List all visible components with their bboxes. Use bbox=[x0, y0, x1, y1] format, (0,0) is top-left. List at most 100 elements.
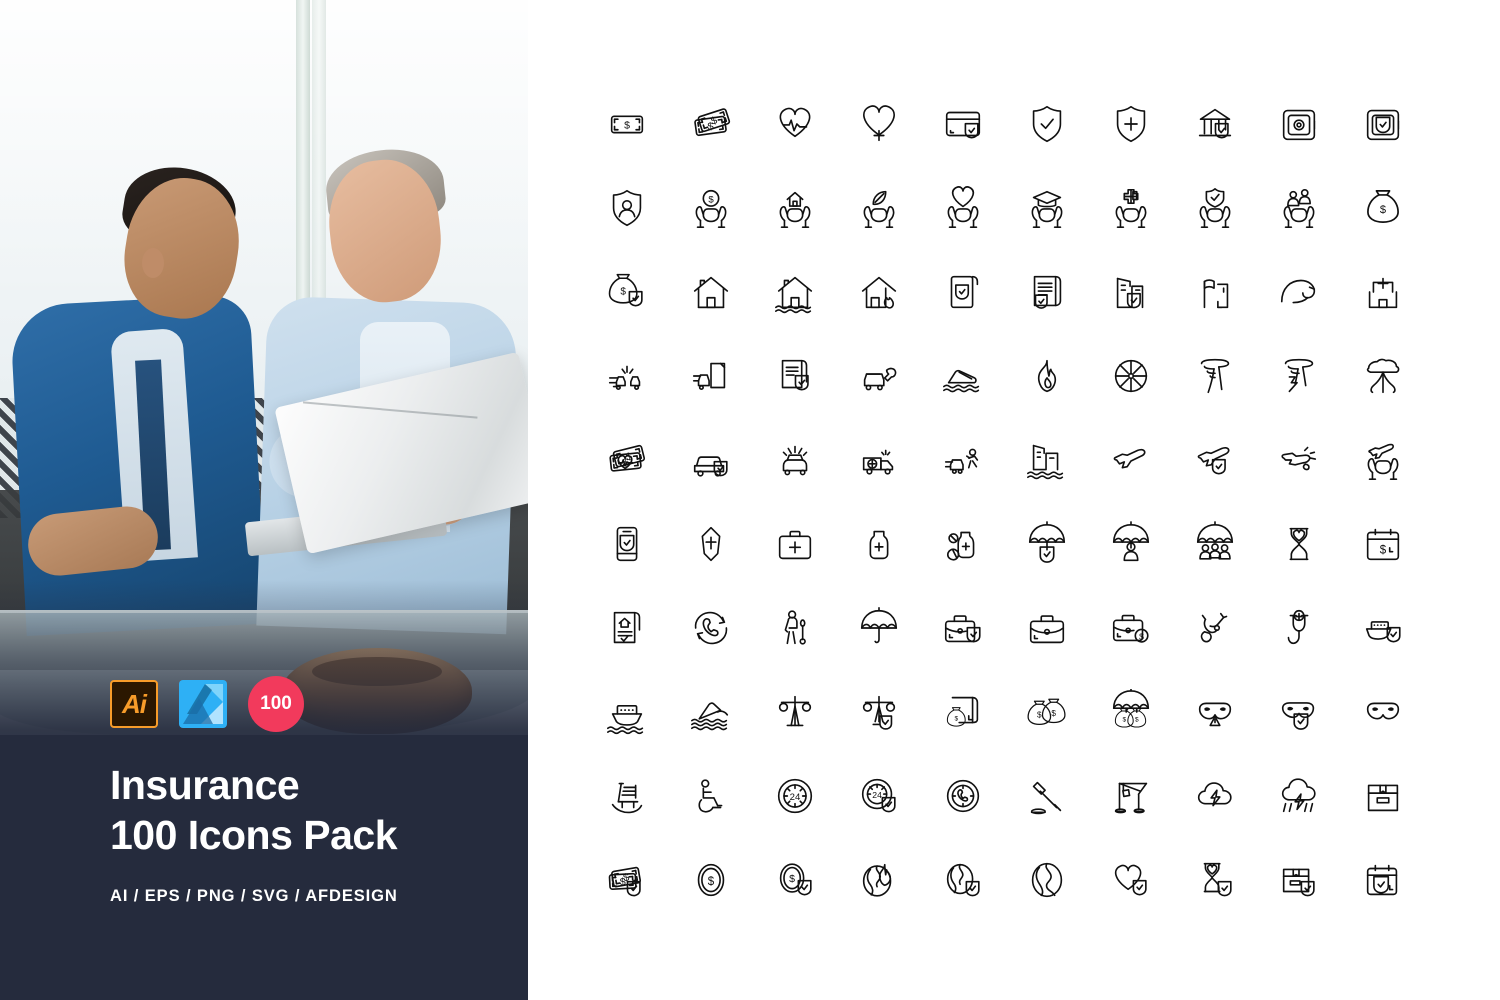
wheelchair-icon[interactable] bbox=[669, 754, 753, 838]
safe-vault-icon[interactable] bbox=[1257, 82, 1341, 166]
coin-dollar-icon[interactable]: $ bbox=[669, 838, 753, 922]
crane-icon[interactable] bbox=[1089, 754, 1173, 838]
hands-heart-icon[interactable] bbox=[921, 166, 1005, 250]
elderly-care-icon[interactable] bbox=[753, 586, 837, 670]
money-bag-icon[interactable]: $ bbox=[1341, 166, 1425, 250]
building-shield-icon[interactable] bbox=[1089, 250, 1173, 334]
house-icon[interactable] bbox=[669, 250, 753, 334]
stethoscope-medical-icon[interactable] bbox=[1257, 586, 1341, 670]
credit-card-shield-icon[interactable] bbox=[921, 82, 1005, 166]
shield-check-icon[interactable] bbox=[1005, 82, 1089, 166]
money-bag-shield-icon[interactable]: $ bbox=[585, 250, 669, 334]
contract-shield-icon[interactable] bbox=[1005, 250, 1089, 334]
car-collision-icon[interactable] bbox=[753, 418, 837, 502]
briefcase-icon[interactable] bbox=[1005, 586, 1089, 670]
nuclear-explosion-icon[interactable] bbox=[1341, 334, 1425, 418]
umbrella-person-icon[interactable] bbox=[1089, 502, 1173, 586]
ship-icon[interactable] bbox=[585, 670, 669, 754]
building-flood-icon[interactable] bbox=[1005, 418, 1089, 502]
umbrella-family-icon[interactable] bbox=[1173, 502, 1257, 586]
mobile-shield-icon[interactable] bbox=[585, 502, 669, 586]
ambulance-icon[interactable] bbox=[837, 418, 921, 502]
fraud-mask-shield-icon[interactable] bbox=[1257, 670, 1341, 754]
heart-life-icon[interactable] bbox=[837, 82, 921, 166]
airplane-crash-icon[interactable] bbox=[1257, 418, 1341, 502]
hospital-icon[interactable] bbox=[1341, 250, 1425, 334]
bank-shield-icon[interactable] bbox=[1173, 82, 1257, 166]
globe-icon[interactable] bbox=[1005, 838, 1089, 922]
hands-medical-icon[interactable] bbox=[1089, 166, 1173, 250]
hands-airplane-icon[interactable] bbox=[1341, 418, 1425, 502]
hands-shield-icon[interactable] bbox=[1173, 166, 1257, 250]
briefcase-shield-icon[interactable] bbox=[921, 586, 1005, 670]
briefcase-dollar-icon[interactable]: $ bbox=[1089, 586, 1173, 670]
document-shield-icon[interactable] bbox=[921, 250, 1005, 334]
umbrella-shield-icon[interactable] bbox=[1005, 502, 1089, 586]
hands-coin-icon[interactable]: $ bbox=[669, 166, 753, 250]
tsunami-wave-icon[interactable] bbox=[1257, 250, 1341, 334]
gavel-icon[interactable] bbox=[1005, 754, 1089, 838]
banknotes-stack-icon[interactable]: $ $ bbox=[669, 82, 753, 166]
shield-medical-icon[interactable] bbox=[1089, 82, 1173, 166]
hurricane-icon[interactable] bbox=[1089, 334, 1173, 418]
phone-support-icon[interactable] bbox=[669, 586, 753, 670]
money-document-icon[interactable]: $ bbox=[921, 670, 1005, 754]
umbrella-money-bags-icon[interactable]: $ $ bbox=[1089, 670, 1173, 754]
heart-pulse-icon[interactable] bbox=[753, 82, 837, 166]
mask-icon[interactable] bbox=[1341, 670, 1425, 754]
hands-home-icon[interactable] bbox=[753, 166, 837, 250]
medicine-bottle-icon[interactable] bbox=[837, 502, 921, 586]
globe-fire-icon[interactable] bbox=[837, 838, 921, 922]
car-pedestrian-accident-icon[interactable] bbox=[921, 418, 1005, 502]
fire-flame-icon[interactable] bbox=[1005, 334, 1089, 418]
house-fire-icon[interactable] bbox=[837, 250, 921, 334]
stethoscope-icon[interactable] bbox=[1173, 586, 1257, 670]
fraud-mask-alert-icon[interactable] bbox=[1173, 670, 1257, 754]
package-box-icon[interactable] bbox=[1341, 754, 1425, 838]
ship-sinking-icon[interactable] bbox=[669, 670, 753, 754]
hands-leaf-icon[interactable] bbox=[837, 166, 921, 250]
heart-shield-icon[interactable] bbox=[1089, 838, 1173, 922]
hourglass-shield-icon[interactable] bbox=[1173, 838, 1257, 922]
clock-support-icon[interactable] bbox=[921, 754, 1005, 838]
airplane-icon[interactable] bbox=[1089, 418, 1173, 502]
banknote-dollar-icon[interactable]: $ bbox=[585, 82, 669, 166]
home-policy-document-icon[interactable] bbox=[585, 586, 669, 670]
car-crash-icon[interactable] bbox=[585, 334, 669, 418]
car-shield-icon[interactable] bbox=[669, 418, 753, 502]
calendar-shield-icon[interactable] bbox=[1341, 838, 1425, 922]
24-hours-shield-icon[interactable]: 24 bbox=[837, 754, 921, 838]
car-repair-icon[interactable] bbox=[837, 334, 921, 418]
buildings-flag-icon[interactable] bbox=[1173, 250, 1257, 334]
hands-family-icon[interactable] bbox=[1257, 166, 1341, 250]
airplane-shield-icon[interactable] bbox=[1173, 418, 1257, 502]
medicine-pills-icon[interactable] bbox=[921, 502, 1005, 586]
scales-justice-icon[interactable] bbox=[753, 670, 837, 754]
scales-shield-icon[interactable] bbox=[837, 670, 921, 754]
ship-shield-icon[interactable] bbox=[1341, 586, 1425, 670]
car-document-icon[interactable] bbox=[669, 334, 753, 418]
cloud-lightning-icon[interactable] bbox=[1173, 754, 1257, 838]
storm-rain-icon[interactable] bbox=[1257, 754, 1341, 838]
hands-graduation-icon[interactable] bbox=[1005, 166, 1089, 250]
tornado-icon[interactable] bbox=[1173, 334, 1257, 418]
cash-shield-icon[interactable]: $ $ bbox=[585, 838, 669, 922]
car-submerged-icon[interactable] bbox=[921, 334, 1005, 418]
24-hours-icon[interactable]: 24 bbox=[753, 754, 837, 838]
umbrella-icon[interactable] bbox=[837, 586, 921, 670]
coffin-icon[interactable] bbox=[669, 502, 753, 586]
house-flood-icon[interactable] bbox=[753, 250, 837, 334]
shield-user-icon[interactable] bbox=[585, 166, 669, 250]
policy-document-shield-icon[interactable] bbox=[753, 334, 837, 418]
calendar-dollar-icon[interactable]: $ bbox=[1341, 502, 1425, 586]
hourglass-heart-icon[interactable] bbox=[1257, 502, 1341, 586]
first-aid-kit-icon[interactable] bbox=[753, 502, 837, 586]
coin-shield-icon[interactable]: $ bbox=[753, 838, 837, 922]
package-shield-icon[interactable] bbox=[1257, 838, 1341, 922]
safe-shield-icon[interactable] bbox=[1341, 82, 1425, 166]
money-bags-icon[interactable]: $ $ bbox=[1005, 670, 1089, 754]
tornado-lightning-icon[interactable] bbox=[1257, 334, 1341, 418]
rocking-chair-icon[interactable] bbox=[585, 754, 669, 838]
cash-health-icon[interactable]: $ $ bbox=[585, 418, 669, 502]
globe-shield-icon[interactable] bbox=[921, 838, 1005, 922]
